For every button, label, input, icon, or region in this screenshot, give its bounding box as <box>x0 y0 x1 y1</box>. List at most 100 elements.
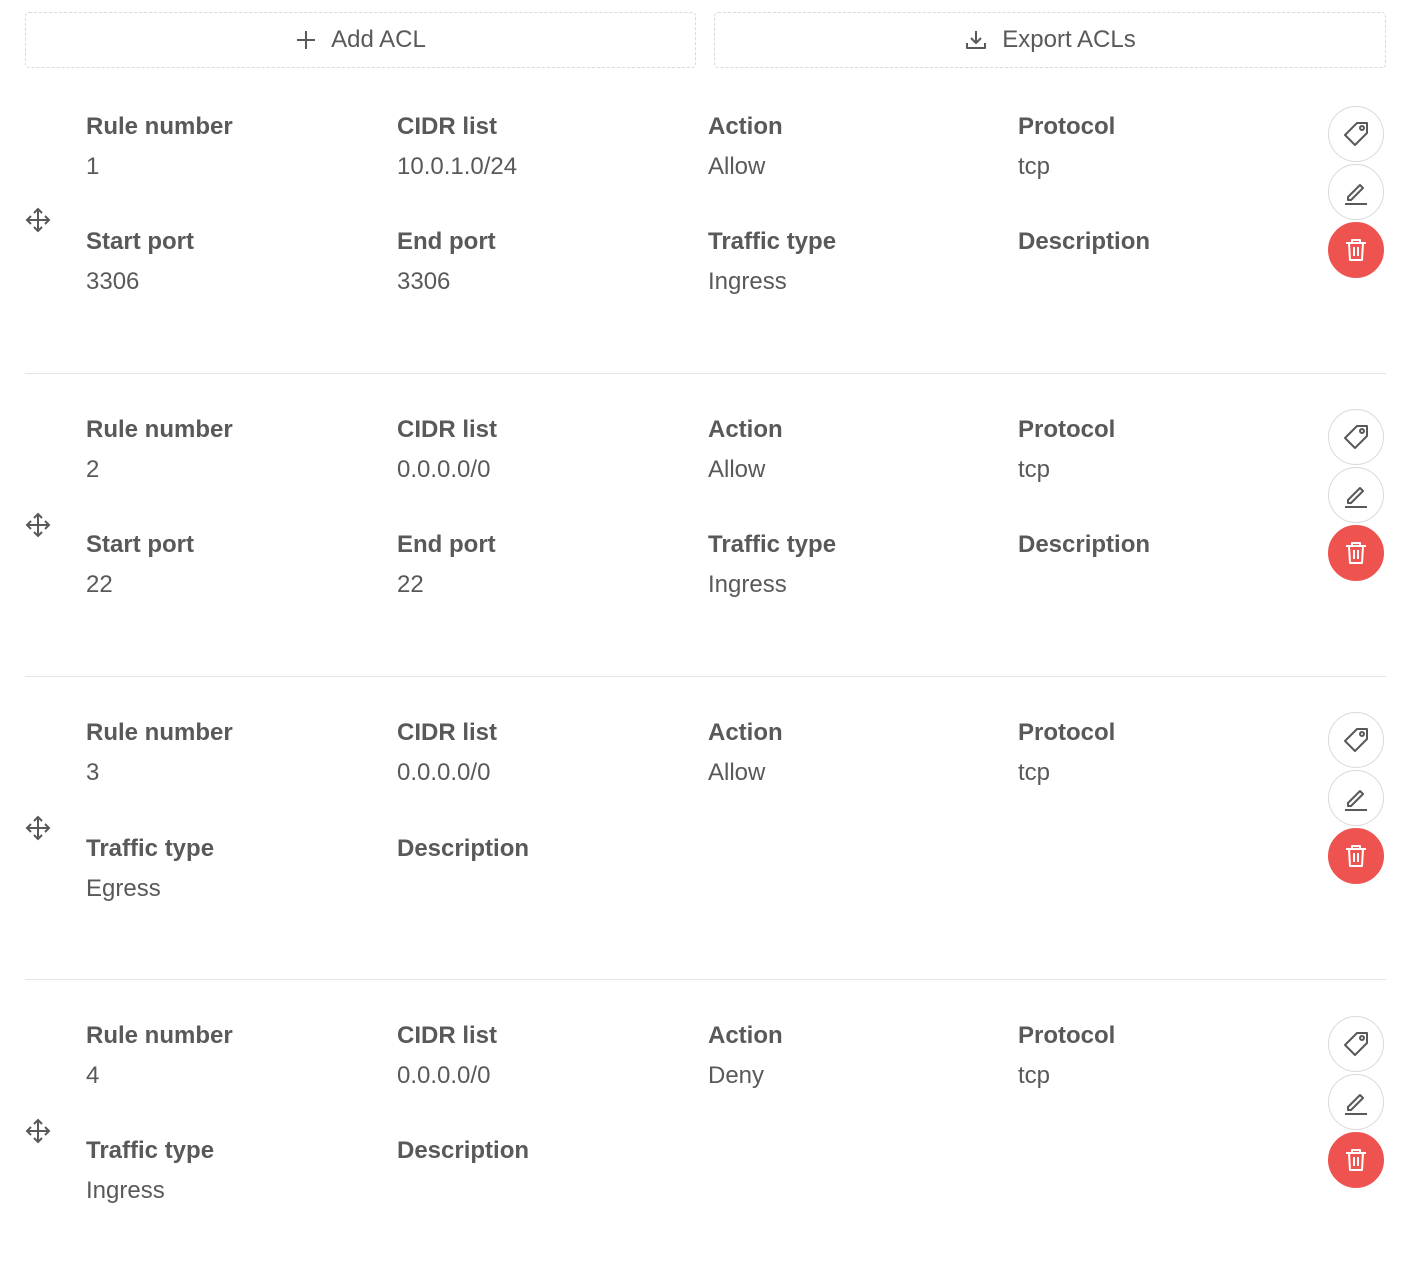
protocol-label: Protocol <box>1018 1022 1116 1049</box>
action-value: Allow <box>708 759 766 786</box>
rule-number-field: Rule number 1 <box>86 113 376 181</box>
acl-rule-row: Rule number 2 CIDR list 0.0.0.0/0 Action… <box>25 373 1386 677</box>
tag-icon <box>1344 425 1368 449</box>
cidr-list-label: CIDR list <box>397 1022 498 1049</box>
trash-icon <box>1346 542 1366 564</box>
action-label: Action <box>708 416 783 443</box>
rule-number-field: Rule number 3 <box>86 719 376 787</box>
trash-icon <box>1346 845 1366 867</box>
traffic-type-label: Traffic type <box>708 228 837 255</box>
drag-move-icon[interactable] <box>25 512 51 538</box>
tag-button[interactable] <box>1328 1016 1384 1072</box>
rule-number-field: Rule number 4 <box>86 1022 376 1090</box>
description-label: Description <box>1018 531 1151 558</box>
drag-move-icon[interactable] <box>25 1118 51 1144</box>
start-port-value: 3306 <box>86 268 140 295</box>
cidr-list-field: CIDR list 10.0.1.0/24 <box>397 113 687 181</box>
add-acl-button[interactable]: Add ACL <box>25 12 696 68</box>
edit-icon <box>1345 487 1367 508</box>
description-label: Description <box>397 1137 530 1164</box>
edit-icon <box>1345 1094 1367 1115</box>
tag-icon <box>1344 122 1368 146</box>
description-value <box>397 1177 687 1205</box>
cidr-list-label: CIDR list <box>397 416 498 443</box>
end-port-value: 3306 <box>397 268 451 295</box>
cidr-list-value: 0.0.0.0/0 <box>397 759 491 786</box>
tag-icon <box>1344 1032 1368 1056</box>
add-acl-label: Add ACL <box>331 26 426 53</box>
end-port-field: End port 3306 <box>397 228 687 296</box>
tag-button[interactable] <box>1328 106 1384 162</box>
traffic-type-label: Traffic type <box>708 531 837 558</box>
drag-move-icon[interactable] <box>25 207 51 233</box>
tag-icon <box>1344 728 1368 752</box>
protocol-label: Protocol <box>1018 416 1116 443</box>
traffic-type-value: Ingress <box>708 571 787 598</box>
cidr-list-field: CIDR list 0.0.0.0/0 <box>397 416 687 484</box>
cidr-list-value: 0.0.0.0/0 <box>397 456 491 483</box>
end-port-label: End port <box>397 228 496 255</box>
start-port-field: Start port 22 <box>86 531 376 599</box>
rule-number-value: 3 <box>86 759 100 786</box>
export-acls-button[interactable]: Export ACLs <box>714 12 1386 68</box>
action-field: Action Allow <box>708 113 998 181</box>
acl-rule-row: Rule number 4 CIDR list 0.0.0.0/0 Action… <box>25 980 1386 1283</box>
rule-number-value: 4 <box>86 1062 100 1089</box>
end-port-value: 22 <box>397 571 424 598</box>
edit-button[interactable] <box>1328 164 1384 220</box>
cidr-list-field: CIDR list 0.0.0.0/0 <box>397 719 687 787</box>
drag-move-icon[interactable] <box>25 815 51 841</box>
start-port-value: 22 <box>86 571 113 598</box>
protocol-field: Protocol tcp <box>1018 113 1308 181</box>
traffic-type-value: Egress <box>86 875 161 902</box>
cidr-list-field: CIDR list 0.0.0.0/0 <box>397 1022 687 1090</box>
plus-icon <box>297 31 316 49</box>
description-field: Description <box>1018 531 1308 599</box>
edit-button[interactable] <box>1328 467 1384 523</box>
tag-button[interactable] <box>1328 712 1384 768</box>
delete-button[interactable] <box>1328 525 1384 581</box>
description-field: Description <box>397 1137 687 1205</box>
download-icon <box>966 31 987 49</box>
delete-button[interactable] <box>1328 222 1384 278</box>
protocol-field: Protocol tcp <box>1018 1022 1308 1090</box>
rule-number-value: 2 <box>86 456 100 483</box>
traffic-type-field: Traffic type Ingress <box>86 1137 376 1205</box>
edit-button[interactable] <box>1328 770 1384 826</box>
tag-button[interactable] <box>1328 409 1384 465</box>
traffic-type-value: Ingress <box>708 268 787 295</box>
start-port-label: Start port <box>86 531 194 558</box>
edit-icon <box>1345 184 1367 205</box>
protocol-value: tcp <box>1018 456 1051 483</box>
cidr-list-value: 0.0.0.0/0 <box>397 1062 491 1089</box>
acl-rule-row: Rule number 1 CIDR list 10.0.1.0/24 Acti… <box>25 70 1386 374</box>
description-value <box>1018 571 1308 599</box>
edit-button[interactable] <box>1328 1074 1384 1130</box>
action-value: Allow <box>708 153 766 180</box>
protocol-label: Protocol <box>1018 113 1116 140</box>
protocol-field: Protocol tcp <box>1018 719 1308 787</box>
description-field: Description <box>397 835 687 903</box>
export-acls-label: Export ACLs <box>1002 26 1136 53</box>
description-field: Description <box>1018 228 1308 296</box>
rule-number-label: Rule number <box>86 416 233 443</box>
protocol-value: tcp <box>1018 759 1051 786</box>
protocol-value: tcp <box>1018 153 1051 180</box>
action-field: Action Allow <box>708 719 998 787</box>
action-value: Allow <box>708 456 766 483</box>
action-field: Action Deny <box>708 1022 998 1090</box>
cidr-list-value: 10.0.1.0/24 <box>397 153 518 180</box>
traffic-type-value: Ingress <box>86 1177 165 1204</box>
rule-number-label: Rule number <box>86 719 233 746</box>
traffic-type-label: Traffic type <box>86 835 215 862</box>
protocol-field: Protocol tcp <box>1018 416 1308 484</box>
cidr-list-label: CIDR list <box>397 719 498 746</box>
end-port-field: End port 22 <box>397 531 687 599</box>
description-value <box>1018 268 1308 296</box>
acl-rule-row: Rule number 3 CIDR list 0.0.0.0/0 Action… <box>25 676 1386 980</box>
protocol-value: tcp <box>1018 1062 1051 1089</box>
delete-button[interactable] <box>1328 828 1384 884</box>
action-label: Action <box>708 1022 783 1049</box>
end-port-label: End port <box>397 531 496 558</box>
delete-button[interactable] <box>1328 1132 1384 1188</box>
